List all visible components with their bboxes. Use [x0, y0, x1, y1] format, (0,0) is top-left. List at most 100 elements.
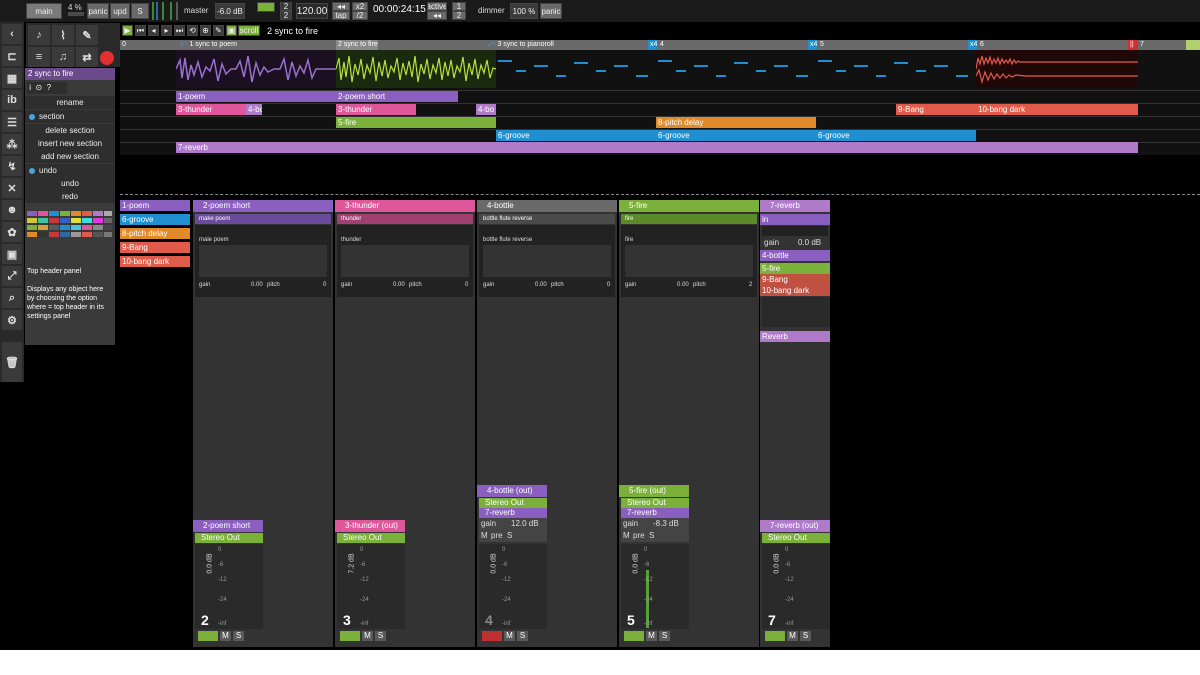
play-icon[interactable] — [624, 631, 644, 641]
meter-numerator[interactable]: 2 — [280, 2, 292, 11]
update-button[interactable]: upd — [110, 3, 130, 19]
stereo-out[interactable]: Stereo Out — [621, 498, 689, 508]
edit-icon[interactable]: ✎ — [213, 25, 224, 36]
ruler-mark[interactable]: 4 — [658, 40, 664, 50]
insert-section-button[interactable]: insert new section — [25, 137, 115, 150]
meter-denominator[interactable]: 2 — [280, 11, 292, 20]
play-icon[interactable] — [765, 631, 785, 641]
send-source[interactable]: 5-fire — [760, 263, 830, 274]
solo-button[interactable]: S — [233, 631, 244, 641]
gain-value[interactable]: 0.0 dB — [798, 238, 821, 247]
send-source[interactable]: 4-bottle — [760, 250, 830, 261]
ruler-multiplier[interactable]: x4 — [968, 40, 978, 50]
nodes-icon[interactable]: ⁂ — [2, 134, 22, 154]
solo-button[interactable]: S — [375, 631, 386, 641]
tempo-rewind-icon[interactable]: ◂◂ — [332, 2, 350, 11]
send-source[interactable]: 10-bang dark — [760, 285, 830, 296]
sample-waveform[interactable] — [483, 245, 611, 277]
record-icon[interactable] — [100, 51, 114, 65]
mute-button[interactable]: M — [504, 631, 515, 641]
strip-title[interactable]: 5-fire — [619, 200, 759, 212]
pitch-value[interactable]: 2 — [749, 282, 752, 288]
sample-waveform[interactable] — [341, 245, 469, 277]
redo-button[interactable]: redo — [25, 190, 115, 203]
section-ruler[interactable]: 0 ⤺ 1 sync to poem 2 sync to fire ⤺ 3 sy… — [120, 40, 1200, 50]
device-title[interactable]: fire — [621, 214, 757, 224]
clip[interactable]: 6-groove — [816, 130, 976, 141]
send-mute[interactable]: M — [481, 531, 488, 540]
ruler-mark[interactable]: ⤺ 3 sync to pianoroll — [484, 40, 554, 50]
rename-button[interactable]: rename — [25, 96, 115, 109]
color-palette[interactable] — [27, 211, 113, 251]
pause-icon[interactable]: || — [1128, 40, 1138, 50]
send-fader[interactable] — [762, 297, 830, 327]
play-icon[interactable] — [198, 631, 218, 641]
send-source[interactable]: 9-Bang — [760, 274, 830, 285]
solo-button[interactable]: S — [131, 3, 149, 19]
link-icon[interactable]: ⇄ — [76, 47, 98, 67]
active-button[interactable]: active — [427, 2, 447, 11]
pitch-value[interactable]: 0 — [465, 282, 468, 288]
send-pre[interactable]: pre — [633, 531, 645, 540]
gain-value[interactable]: 0.00 — [251, 282, 263, 288]
track-list-item[interactable]: 10-bang dark — [120, 256, 190, 267]
play-indicator[interactable] — [257, 2, 275, 12]
undo-toggle[interactable]: undo — [25, 164, 115, 177]
solo-button[interactable]: S — [800, 631, 811, 641]
mute-button[interactable]: M — [646, 631, 657, 641]
lock-icon[interactable]: ▣ — [2, 244, 22, 264]
mute-button[interactable]: M — [362, 631, 373, 641]
delete-section-button[interactable]: delete section — [25, 124, 115, 137]
device-title[interactable]: make poem — [195, 214, 331, 224]
transport-controls[interactable] — [762, 226, 828, 236]
solo-button[interactable]: S — [659, 631, 670, 641]
clip[interactable]: 3-thunder — [176, 104, 246, 115]
clip[interactable]: 5-fire — [336, 117, 496, 128]
ruler-mark[interactable]: 5 — [818, 40, 824, 50]
arrangement-area[interactable]: 1-poem 2-poem short 3-thunder 4-bo 3-thu… — [120, 50, 1200, 155]
stereo-out[interactable]: Stereo Out — [337, 533, 405, 543]
piano-icon[interactable]: ♪ — [28, 25, 50, 45]
notes-icon[interactable]: ♫ — [52, 47, 74, 67]
panic-button-2[interactable]: panic — [540, 3, 562, 19]
ib-icon[interactable]: ib — [2, 90, 22, 110]
play-icon[interactable] — [340, 631, 360, 641]
solo-button[interactable]: S — [517, 631, 528, 641]
gear-icon[interactable]: ⚙ — [2, 310, 22, 330]
mute-button[interactable]: M — [220, 631, 231, 641]
smiley-icon[interactable]: ☻ — [2, 200, 22, 220]
clip[interactable]: 8-pitch delay — [656, 117, 816, 128]
ruler-mark[interactable]: 7 — [1138, 40, 1144, 50]
pencil-icon[interactable]: ✎ — [76, 25, 98, 45]
rewind-start-icon[interactable]: ⏮ — [135, 25, 146, 36]
cable-icon[interactable]: ↯ — [2, 156, 22, 176]
mute-button[interactable]: M — [787, 631, 798, 641]
send-gain-value[interactable]: 12.0 dB — [511, 519, 539, 528]
play-icon[interactable]: ▶ — [122, 25, 133, 36]
gain-value[interactable]: 0.00 — [393, 282, 405, 288]
send-title[interactable]: 7-reverb — [621, 508, 689, 518]
stereo-out[interactable]: Stereo Out — [479, 498, 547, 508]
sample-waveform[interactable] — [199, 245, 327, 277]
output-title[interactable]: 4-bottle (out) — [477, 485, 547, 497]
dimmer-value[interactable]: 100 % — [510, 3, 538, 19]
reverb-device[interactable]: Reverb — [760, 331, 830, 342]
close-icon[interactable]: ✕ — [2, 178, 22, 198]
device-title[interactable]: thunder — [337, 214, 473, 224]
input-title[interactable]: in — [760, 214, 830, 225]
output-title[interactable]: 7-reverb (out) — [760, 520, 830, 532]
send-title[interactable]: 7-reverb — [479, 508, 547, 518]
trash-icon[interactable]: 🗑 — [2, 342, 22, 382]
scroll-toggle-icon[interactable]: ▣ — [226, 25, 237, 36]
list-icon[interactable]: ☰ — [2, 112, 22, 132]
strip-title[interactable]: 7-reverb — [760, 200, 830, 212]
pitch-value[interactable]: 0 — [323, 282, 326, 288]
tap-button[interactable]: tap — [332, 11, 350, 20]
clip[interactable]: 7-reverb — [176, 142, 1138, 153]
tempo-display[interactable]: 120.00 — [296, 3, 328, 19]
panel-tab-row[interactable]: i ⊙ ? — [27, 82, 67, 94]
zoom-icon[interactable]: ⊕ — [200, 25, 211, 36]
scroll-button[interactable]: scroll — [238, 25, 260, 36]
end-icon[interactable]: ⏭ — [174, 25, 185, 36]
section-toggle[interactable]: section — [25, 110, 115, 123]
